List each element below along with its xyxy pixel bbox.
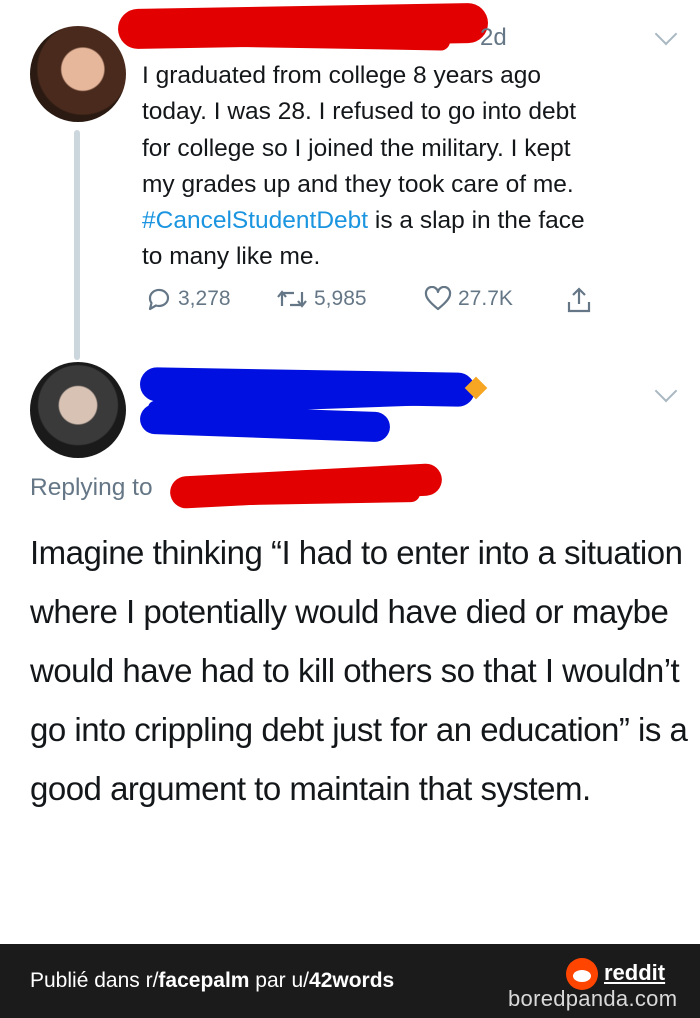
retweet-icon — [277, 290, 307, 308]
share-icon — [567, 287, 591, 313]
chevron-down-icon[interactable] — [654, 379, 678, 403]
redaction-scribble — [139, 403, 391, 443]
tweet-text: I graduated from college 8 years ago tod… — [142, 58, 687, 276]
footer-middle: par u/ — [249, 969, 310, 992]
tweet-timestamp: 2d — [480, 24, 507, 51]
tweet-text-main: I graduated from college 8 years ago tod… — [142, 62, 577, 198]
reply-button[interactable]: 3,278 — [146, 286, 231, 312]
like-count: 27.7K — [458, 287, 513, 310]
post-source: Publié dans r/facepalm par u/42words — [30, 969, 394, 993]
footer-prefix: Publié dans r/ — [30, 969, 159, 992]
subreddit-link[interactable]: facepalm — [158, 969, 249, 992]
reply-count: 3,278 — [178, 287, 231, 310]
redaction-scribble — [189, 483, 421, 507]
screenshot-page: 2d I graduated from college 8 years ago … — [0, 0, 700, 1018]
watermark: boredpanda.com — [508, 986, 678, 1011]
reply-icon — [148, 288, 170, 311]
thread-line — [74, 130, 80, 360]
reply-text: Imagine thinking “I had to enter into a … — [30, 534, 688, 807]
avatar[interactable] — [30, 26, 126, 122]
share-button[interactable] — [566, 286, 592, 314]
avatar[interactable] — [30, 362, 126, 458]
reddit-label: reddit — [604, 960, 666, 985]
footer-bar: Publié dans r/facepalm par u/42words red… — [0, 944, 700, 1018]
chevron-down-icon[interactable] — [654, 22, 678, 46]
user-link[interactable]: 42words — [309, 969, 394, 992]
retweet-count: 5,985 — [314, 287, 367, 310]
replying-to-label: Replying to — [30, 474, 153, 501]
retweet-button[interactable]: 5,985 — [276, 286, 367, 312]
like-button[interactable]: 27.7K — [424, 286, 513, 312]
heart-icon — [424, 286, 452, 311]
hashtag-link[interactable]: #CancelStudentDebt — [142, 207, 368, 234]
